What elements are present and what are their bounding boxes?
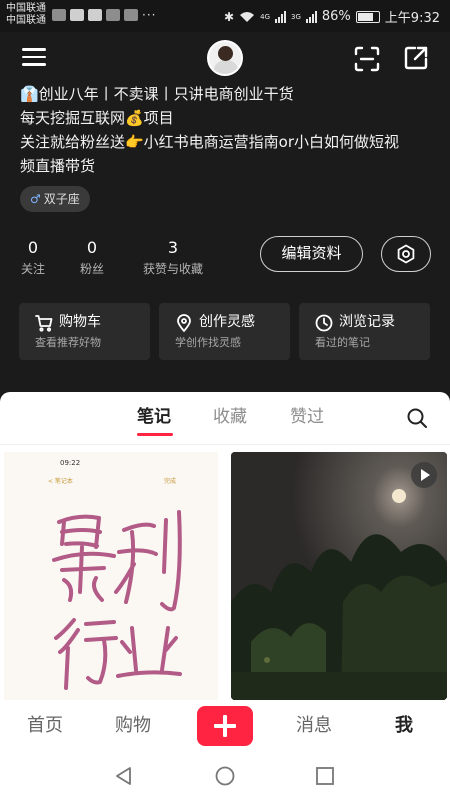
bio-line: 频直播带货 — [20, 157, 96, 175]
tiktok-icon — [52, 9, 66, 21]
system-navigation-bar — [0, 752, 450, 800]
bio-line: 每天挖掘互联网💰项目 — [20, 109, 174, 127]
clock-icon — [315, 314, 333, 332]
handwriting-image — [52, 510, 182, 690]
stat-likes-collects[interactable]: 3 获赞与收藏 — [137, 238, 209, 280]
card-title: 浏览记录 — [339, 314, 395, 330]
signal-icon — [275, 10, 286, 23]
app-icon — [106, 9, 120, 21]
nav-messages[interactable]: 消息 — [296, 714, 332, 738]
tab-liked[interactable]: 赞过 — [290, 405, 324, 429]
nav-me[interactable]: 我 — [395, 714, 413, 738]
back-icon[interactable] — [114, 766, 134, 786]
card-subtitle: 学创作找灵感 — [175, 336, 241, 349]
stat-number: 0 — [86, 238, 98, 257]
cart-icon — [35, 315, 53, 332]
card-subtitle: 看过的笔记 — [315, 336, 370, 349]
active-tab-indicator — [137, 433, 173, 436]
bottom-nav: 首页 购物 消息 我 — [0, 700, 450, 752]
edit-profile-button[interactable]: 编辑资料 — [260, 236, 363, 272]
settings-button[interactable] — [381, 236, 431, 272]
carrier-1: 中国联通 — [6, 3, 46, 14]
bio-line: 👔创业八年丨不卖课丨只讲电商创业干货 — [20, 85, 294, 103]
nav-shopping[interactable]: 购物 — [115, 714, 151, 738]
app-icon — [124, 9, 138, 21]
network-type-1: 4G — [260, 12, 270, 21]
note-card-video[interactable] — [231, 452, 447, 700]
avatar[interactable] — [207, 40, 243, 76]
mail-icon — [70, 9, 84, 21]
carrier-info: 中国联通 中国联通 — [6, 3, 46, 27]
card-title: 创作灵感 — [199, 314, 255, 330]
more-notifications-icon: ··· — [142, 8, 157, 22]
share-icon[interactable] — [403, 45, 429, 71]
stat-number: 0 — [27, 238, 39, 257]
notification-icons: ··· — [52, 8, 156, 22]
stat-label: 获赞与收藏 — [142, 262, 203, 276]
tab-notes[interactable]: 笔记 — [137, 405, 171, 429]
recents-icon[interactable] — [315, 766, 335, 786]
carrier-2: 中国联通 — [6, 15, 46, 26]
browsing-history-card[interactable]: 浏览记录 看过的笔记 — [299, 303, 430, 360]
bio-line: 关注就给粉丝送👉小红书电商运营指南or小白如何做短视 — [20, 133, 400, 151]
nav-home[interactable]: 首页 — [27, 714, 63, 738]
night-trees-photo — [231, 452, 447, 700]
creative-inspiration-card[interactable]: 创作灵感 学创作找灵感 — [159, 303, 290, 360]
tag-label: 双子座 — [43, 192, 80, 206]
hamburger-icon[interactable] — [22, 48, 46, 66]
home-icon[interactable] — [215, 766, 235, 786]
signal-icon — [305, 10, 317, 23]
scan-icon[interactable] — [354, 46, 380, 72]
network-type-2: 3G — [291, 12, 301, 21]
status-bar: 中国联通 中国联通 ··· ✱ 4G 3G 86% 上午9:32 — [0, 0, 450, 32]
tab-divider — [0, 444, 450, 445]
content-tabs: 笔记 收藏 赞过 — [0, 392, 450, 444]
card-title: 购物车 — [59, 314, 101, 330]
stat-label: 粉丝 — [79, 262, 104, 276]
stat-label: 关注 — [20, 262, 45, 276]
stat-followers[interactable]: 0 粉丝 — [78, 238, 106, 280]
profile-bio: 👔创业八年丨不卖课丨只讲电商创业干货 每天挖掘互联网💰项目 关注就给粉丝送👉小红… — [20, 82, 440, 178]
gear-icon — [397, 244, 415, 264]
wifi-icon — [240, 11, 255, 22]
status-right: ✱ 4G 3G 86% 上午9:32 — [224, 7, 440, 26]
publish-plus-button[interactable] — [197, 706, 253, 746]
search-icon[interactable] — [406, 407, 428, 429]
clock: 上午9:32 — [384, 11, 440, 26]
stat-number: 3 — [167, 238, 179, 257]
location-pin-icon — [177, 314, 191, 332]
play-icon — [411, 462, 437, 488]
battery-percent: 86% — [321, 9, 351, 24]
mail-icon — [88, 9, 102, 21]
top-nav — [0, 32, 450, 82]
tab-collections[interactable]: 收藏 — [213, 405, 247, 429]
note-card-handwriting[interactable]: 09:22 < 笔记本 完成 — [4, 452, 218, 700]
battery-icon — [355, 10, 380, 23]
stat-following[interactable]: 0 关注 — [20, 238, 46, 280]
card-subtitle: 查看推荐好物 — [35, 336, 101, 349]
bluetooth-icon: ✱ — [224, 9, 235, 24]
shopping-cart-card[interactable]: 购物车 查看推荐好物 — [19, 303, 150, 360]
zodiac-tag[interactable]: ♂ 双子座 — [20, 186, 90, 212]
gender-icon: ♂ — [30, 192, 41, 206]
